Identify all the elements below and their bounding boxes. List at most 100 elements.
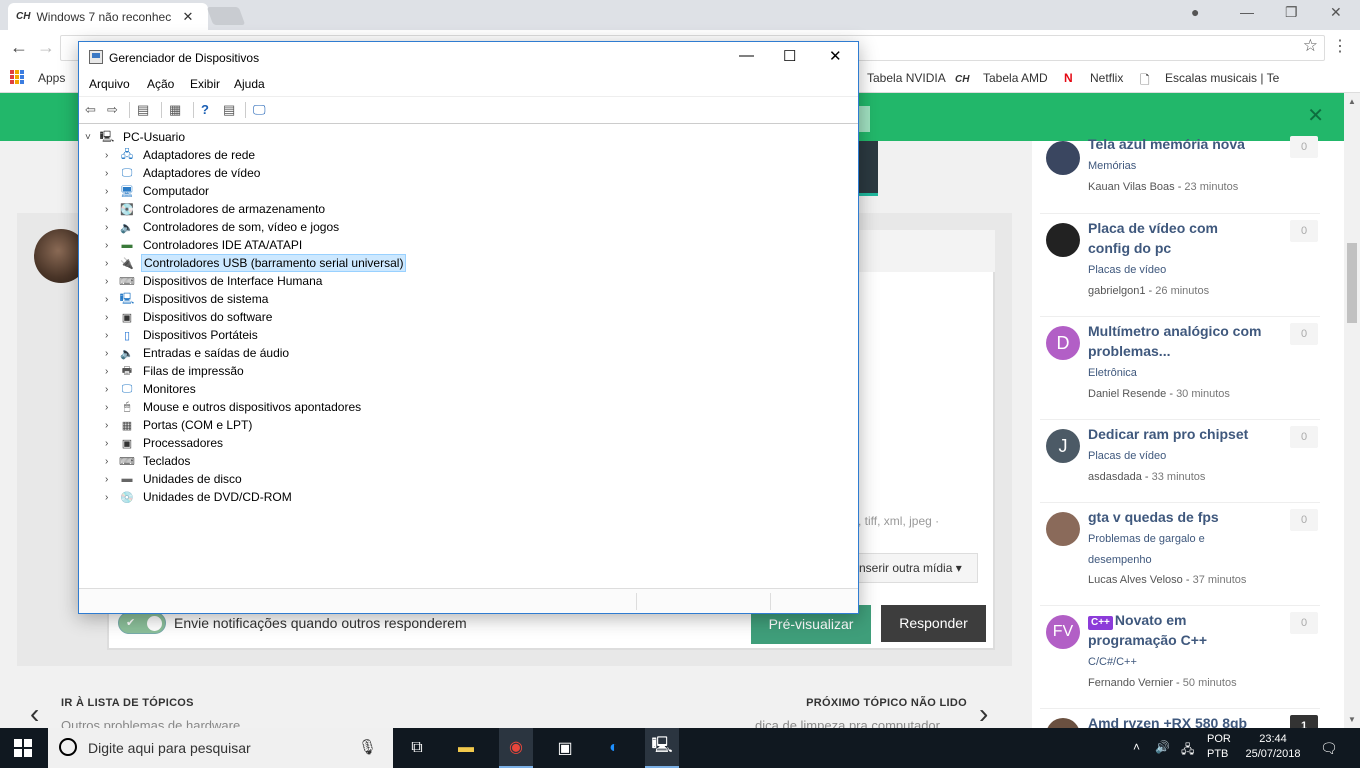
menu-icon[interactable]: ⋮ bbox=[1332, 36, 1348, 56]
topic-category[interactable]: Eletrônica bbox=[1088, 363, 1268, 384]
list-item[interactable]: Tela azul memória nova Memórias Kauan Vi… bbox=[1040, 136, 1320, 214]
expand-icon[interactable]: › bbox=[105, 186, 119, 197]
expand-icon[interactable]: › bbox=[105, 312, 119, 323]
expand-icon[interactable]: › bbox=[105, 150, 119, 161]
volume-icon[interactable]: 🔊 bbox=[1155, 740, 1170, 754]
topic-title[interactable]: Amd ryzen +RX 580 8gb vs bbox=[1088, 713, 1263, 728]
bookmark-amd[interactable]: Tabela AMD bbox=[983, 71, 1048, 85]
window-titlebar[interactable]: Gerenciador de Dispositivos — ☐ ✕ bbox=[79, 42, 858, 74]
tree-node[interactable]: › 🖶 Filas de impressão bbox=[105, 362, 246, 380]
network-icon[interactable]: 🖧 bbox=[1181, 740, 1194, 761]
maximize-icon[interactable]: ☐ bbox=[783, 47, 796, 65]
tree-node[interactable]: › 🖵 Monitores bbox=[105, 380, 198, 398]
cpp-tag[interactable]: C++ bbox=[1088, 616, 1113, 630]
prev-topic-link[interactable]: IR À LISTA DE TÓPICOS bbox=[61, 697, 194, 709]
menu-exibir[interactable]: Exibir bbox=[190, 77, 220, 91]
topic-title[interactable]: Dedicar ram pro chipset bbox=[1088, 424, 1263, 444]
tree-node[interactable]: › ▯ Dispositivos Portáteis bbox=[105, 326, 260, 344]
view-icon[interactable]: ▤ bbox=[223, 102, 235, 118]
app-icon[interactable]: ▣ bbox=[552, 736, 578, 760]
list-item[interactable]: gta v quedas de fps Problemas de gargalo… bbox=[1040, 503, 1320, 606]
menu-acao[interactable]: Ação bbox=[147, 77, 174, 91]
expand-icon[interactable]: › bbox=[105, 330, 119, 341]
tree-node[interactable]: › ▣ Processadores bbox=[105, 434, 225, 452]
page-scrollbar[interactable]: ▲ ▼ bbox=[1344, 93, 1360, 728]
notify-toggle[interactable]: ✔ bbox=[118, 612, 166, 634]
chevron-right-icon[interactable]: › bbox=[979, 698, 988, 730]
tree-node[interactable]: › ▣ Dispositivos do software bbox=[105, 308, 274, 326]
windows-start-icon[interactable] bbox=[14, 739, 32, 757]
notifications-icon[interactable]: 🗨 bbox=[1320, 740, 1338, 757]
expand-icon[interactable]: › bbox=[105, 402, 119, 413]
expand-icon[interactable]: › bbox=[105, 222, 119, 233]
list-item[interactable]: Amd ryzen +RX 580 8gb vs 1 bbox=[1040, 709, 1320, 728]
scroll-thumb[interactable] bbox=[1347, 243, 1357, 323]
new-tab-button[interactable] bbox=[206, 7, 246, 25]
tree-node[interactable]: › 💿 Unidades de DVD/CD-ROM bbox=[105, 488, 294, 506]
topic-category[interactable]: Placas de vídeo bbox=[1088, 446, 1268, 467]
expand-icon[interactable]: › bbox=[105, 240, 119, 251]
minimize-icon[interactable]: — bbox=[1240, 4, 1254, 20]
scan-hardware-icon[interactable]: 🖵 bbox=[253, 102, 266, 118]
expand-icon[interactable]: › bbox=[105, 384, 119, 395]
update-driver-icon[interactable]: ▦ bbox=[169, 102, 181, 118]
topic-title[interactable]: Multímetro analógico com problemas... bbox=[1088, 321, 1263, 361]
device-manager-taskbar-icon[interactable]: 🖳 bbox=[645, 728, 679, 768]
chevron-left-icon[interactable]: ‹ bbox=[30, 698, 39, 730]
tree-node[interactable]: › 🖱 Mouse e outros dispositivos apontadore… bbox=[105, 398, 363, 416]
tree-root[interactable]: ˅ 🖳 PC-Usuario bbox=[85, 128, 187, 146]
forward-icon[interactable]: ⇨ bbox=[107, 102, 118, 118]
close-banner-icon[interactable]: ✕ bbox=[1307, 103, 1324, 128]
tree-node[interactable]: › ⌨ Teclados bbox=[105, 452, 192, 470]
expand-icon[interactable]: › bbox=[105, 294, 119, 305]
restore-icon[interactable]: ❐ bbox=[1285, 4, 1298, 21]
next-topic-link[interactable]: PRÓXIMO TÓPICO NÃO LIDO bbox=[806, 697, 967, 709]
browser-tab[interactable]: CH Windows 7 não reconhec ✕ bbox=[8, 3, 208, 30]
bookmark-escalas[interactable]: Escalas musicais | Te bbox=[1165, 71, 1279, 85]
scroll-down-icon[interactable]: ▼ bbox=[1348, 715, 1356, 724]
topic-category[interactable]: C/C#/C++ bbox=[1088, 652, 1268, 673]
banner-button[interactable] bbox=[858, 106, 870, 132]
properties-icon[interactable]: ▤ bbox=[137, 102, 149, 118]
list-item[interactable]: Placa de vídeo com config do pc Placas d… bbox=[1040, 214, 1320, 317]
apps-icon[interactable] bbox=[10, 70, 24, 84]
bookmark-apps[interactable]: Apps bbox=[38, 71, 65, 85]
bookmark-star-icon[interactable]: ☆ bbox=[1303, 36, 1318, 56]
ccleaner-icon[interactable]: ◐ bbox=[601, 736, 627, 760]
insert-media-button[interactable]: nserir outra mídia ▾ bbox=[858, 553, 978, 583]
minimize-icon[interactable]: — bbox=[739, 47, 754, 64]
expand-icon[interactable]: › bbox=[105, 420, 119, 431]
expand-icon[interactable]: › bbox=[105, 348, 119, 359]
show-hidden-icons[interactable]: ˄ bbox=[1133, 740, 1140, 754]
tree-node[interactable]: › 💽 Controladores de armazenamento bbox=[105, 200, 327, 218]
topic-title[interactable]: gta v quedas de fps bbox=[1088, 507, 1263, 527]
help-icon[interactable]: ? bbox=[201, 102, 209, 117]
expand-icon[interactable]: › bbox=[105, 474, 119, 485]
collapse-icon[interactable]: ˅ bbox=[85, 132, 99, 143]
list-item[interactable]: FV C++ Novato em programação C++ C/C#/C++… bbox=[1040, 606, 1320, 709]
reply-button[interactable]: Responder bbox=[881, 605, 986, 642]
bookmark-nvidia[interactable]: Tabela NVIDIA bbox=[867, 71, 946, 85]
expand-icon[interactable]: › bbox=[105, 492, 119, 503]
clock[interactable]: 23:44 25/07/2018 bbox=[1243, 732, 1303, 762]
search-box[interactable]: Digite aqui para pesquisar 🎙 bbox=[48, 728, 393, 768]
scroll-up-icon[interactable]: ▲ bbox=[1348, 97, 1356, 106]
list-item[interactable]: J Dedicar ram pro chipset Placas de víde… bbox=[1040, 420, 1320, 503]
topic-category[interactable]: Problemas de gargalo e desempenho bbox=[1088, 529, 1268, 571]
topic-title[interactable]: Tela azul memória nova bbox=[1088, 134, 1263, 154]
topic-category[interactable]: Memórias bbox=[1088, 156, 1268, 177]
tree-node[interactable]: › 🖧 Adaptadores de rede bbox=[105, 146, 257, 164]
tree-node[interactable]: › 🖳 Dispositivos de sistema bbox=[105, 290, 270, 308]
menu-arquivo[interactable]: Arquivo bbox=[89, 77, 130, 91]
tree-node[interactable]: › ▬ Unidades de disco bbox=[105, 470, 244, 488]
topic-title[interactable]: Placa de vídeo com config do pc bbox=[1088, 218, 1263, 258]
microphone-icon[interactable]: 🎙 bbox=[358, 738, 377, 756]
list-item[interactable]: D Multímetro analógico com problemas... … bbox=[1040, 317, 1320, 420]
tree-node[interactable]: › ▦ Portas (COM e LPT) bbox=[105, 416, 254, 434]
tree-node[interactable]: › 🖥 Computador bbox=[105, 182, 211, 200]
expand-icon[interactable]: › bbox=[105, 204, 119, 215]
expand-icon[interactable]: › bbox=[105, 276, 119, 287]
back-icon[interactable]: ← bbox=[10, 37, 28, 58]
chrome-icon[interactable]: ◉ bbox=[499, 728, 533, 768]
expand-icon[interactable]: › bbox=[105, 258, 119, 269]
